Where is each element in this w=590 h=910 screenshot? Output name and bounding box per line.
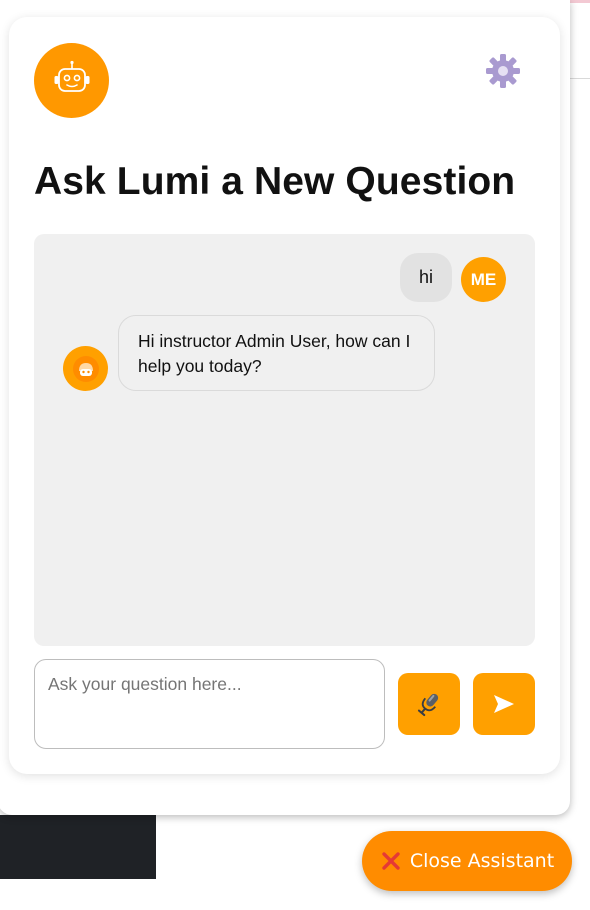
- background-divider: [570, 78, 590, 79]
- close-assistant-label: Close Assistant: [409, 850, 555, 872]
- assistant-avatar: [34, 43, 109, 118]
- user-message-text: hi: [418, 267, 433, 287]
- page-title: Ask Lumi a New Question: [34, 160, 516, 203]
- send-arrow-icon: [494, 695, 514, 713]
- assistant-message-text: Hi instructor Admin User, how can I help…: [138, 331, 411, 376]
- user-avatar: ME: [461, 257, 506, 302]
- user-message-bubble: hi: [400, 253, 452, 302]
- user-avatar-label: ME: [470, 269, 497, 289]
- robot-avatar-icon: [72, 355, 99, 382]
- red-x-icon: [382, 852, 400, 870]
- settings-button[interactable]: [484, 52, 522, 90]
- assistant-message-bubble: Hi instructor Admin User, how can I help…: [118, 315, 435, 391]
- question-input[interactable]: [34, 659, 385, 749]
- robot-avatar-icon: [54, 60, 89, 92]
- close-assistant-button[interactable]: Close Assistant: [362, 831, 572, 891]
- assistant-message-avatar: [63, 346, 108, 391]
- background-dark-panel: [0, 815, 156, 879]
- microphone-icon: [417, 693, 439, 717]
- chat-window[interactable]: [34, 234, 535, 646]
- gear-icon: [486, 54, 520, 88]
- microphone-button[interactable]: [398, 673, 460, 735]
- send-button[interactable]: [473, 673, 535, 735]
